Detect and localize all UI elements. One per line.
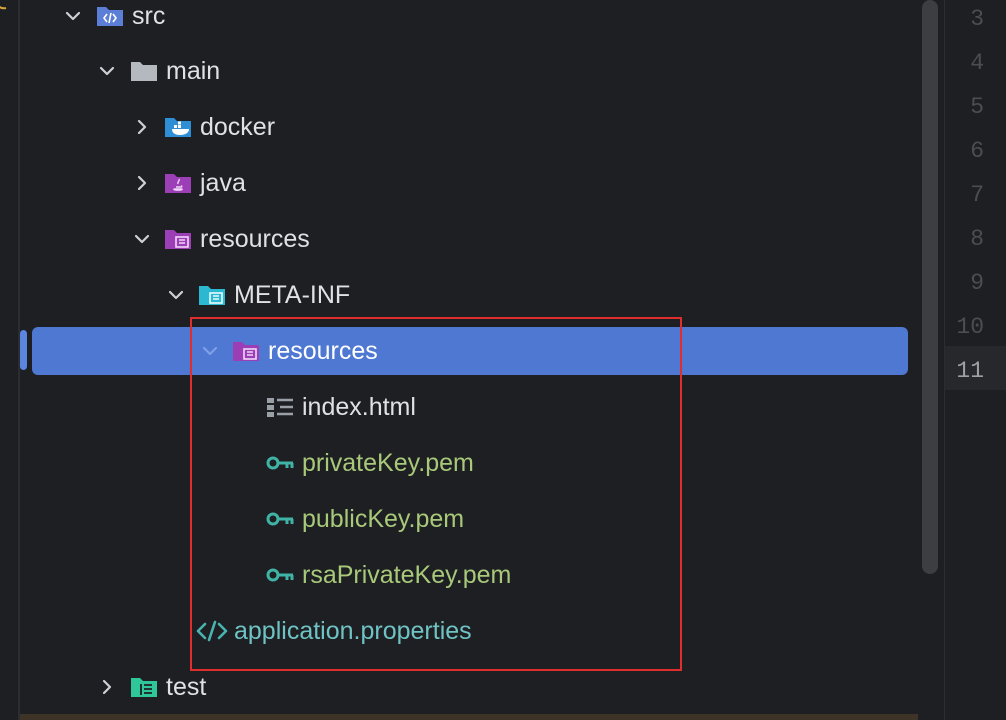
line-number: 6: [970, 138, 984, 164]
annotation-highlight-box: [190, 317, 682, 671]
tree-row-java[interactable]: java: [0, 155, 918, 211]
docker-folder-icon: [164, 115, 192, 139]
tree-row-main[interactable]: main: [0, 43, 918, 99]
chevron-down-icon[interactable]: [132, 229, 152, 249]
line-number-current: 11: [956, 358, 984, 384]
tree-row-docker[interactable]: docker: [0, 99, 918, 155]
tree-item-label: META-INF: [234, 281, 351, 309]
tree-item-label: main: [166, 57, 221, 85]
editor-gutter: 3 4 5 6 7 8 9 10 11: [945, 0, 1006, 720]
java-folder-icon: [164, 171, 192, 195]
line-number: 4: [970, 50, 984, 76]
tree-row-meta-inf[interactable]: META-INF: [0, 267, 918, 323]
folder-icon: [130, 59, 158, 83]
line-number: 10: [956, 314, 984, 340]
line-number: 9: [970, 270, 984, 296]
tree-row-src[interactable]: src: [0, 0, 918, 44]
chevron-right-icon[interactable]: [97, 677, 117, 697]
chevron-down-icon[interactable]: [166, 285, 186, 305]
test-folder-icon: [130, 675, 158, 699]
chevron-down-icon[interactable]: [63, 6, 83, 26]
meta-inf-folder-icon: [198, 283, 226, 307]
tree-item-label: docker: [200, 113, 276, 141]
chevron-down-icon[interactable]: [97, 61, 117, 81]
chevron-right-icon[interactable]: [132, 117, 152, 137]
tree-item-label: src: [132, 2, 166, 30]
line-number: 3: [970, 6, 984, 32]
vertical-scrollbar[interactable]: [922, 0, 938, 574]
tree-item-label: resources: [200, 225, 310, 253]
line-number: 5: [970, 94, 984, 120]
resources-folder-icon: [164, 227, 192, 251]
project-tree-panel: src main docker java resources META-INF …: [0, 0, 918, 720]
tree-item-label: java: [200, 169, 246, 197]
tree-item-label: test: [166, 673, 207, 701]
focus-indicator: [20, 330, 27, 370]
line-number: 8: [970, 226, 984, 252]
chevron-right-icon[interactable]: [132, 173, 152, 193]
bottom-edge-strip: [20, 714, 918, 720]
tree-row-resources[interactable]: resources: [0, 211, 918, 267]
source-folder-icon: [96, 4, 124, 28]
line-number: 7: [970, 182, 984, 208]
